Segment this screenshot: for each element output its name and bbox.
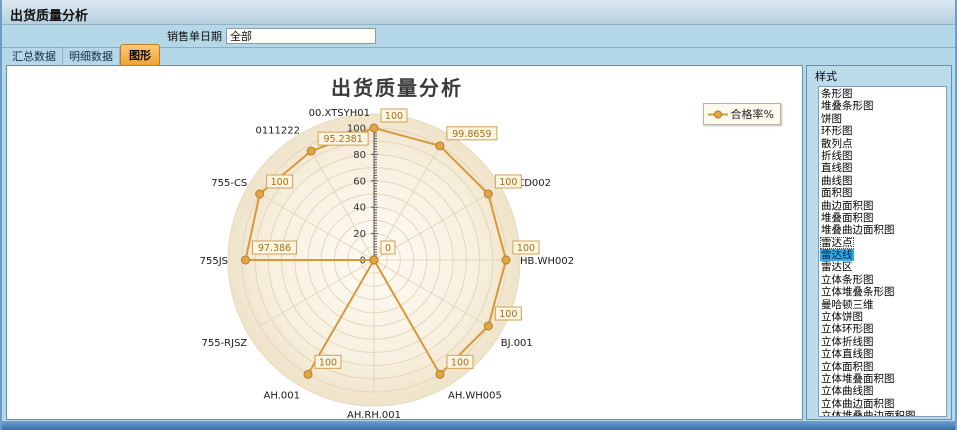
style-option[interactable]: 曲边面积图 [820, 200, 946, 212]
chart-panel: 出货质量分析 合格率% 02040608010000.XTSYH01SJ001S… [6, 65, 803, 420]
style-option[interactable]: 直线图 [820, 162, 946, 174]
svg-text:755JS: 755JS [200, 256, 228, 267]
style-option[interactable]: 雷达点 [820, 237, 946, 249]
style-option[interactable]: 雷达线 [820, 249, 946, 261]
bottom-status-bar [2, 421, 955, 430]
style-option[interactable]: 立体堆叠面积图 [820, 373, 946, 385]
style-option[interactable]: 立体曲线图 [820, 385, 946, 397]
tab-detail-data[interactable]: 明细数据 [63, 46, 120, 65]
chart-legend: 合格率% [703, 103, 781, 125]
legend-series-marker-icon [708, 110, 728, 119]
style-option[interactable]: 立体饼图 [820, 311, 946, 323]
page-title: 出货质量分析 [2, 0, 955, 25]
svg-text:AH.001: AH.001 [264, 391, 300, 402]
svg-text:100: 100 [517, 243, 535, 254]
style-option[interactable]: 折线图 [820, 150, 946, 162]
style-option[interactable]: 堆叠条形图 [820, 100, 946, 112]
style-option[interactable]: 面积图 [820, 187, 946, 199]
style-option[interactable]: 环形图 [820, 125, 946, 137]
sales-date-input[interactable] [226, 28, 376, 44]
style-option[interactable]: 立体面积图 [820, 361, 946, 373]
tab-summary-data[interactable]: 汇总数据 [6, 46, 63, 65]
svg-text:HB.WH002: HB.WH002 [520, 256, 574, 267]
style-option[interactable]: 堆叠曲边面积图 [820, 224, 946, 236]
style-option[interactable]: 曲线图 [820, 175, 946, 187]
style-option[interactable]: 立体直线图 [820, 348, 946, 360]
style-option[interactable]: 条形图 [820, 88, 946, 100]
svg-text:755-RJSZ: 755-RJSZ [201, 338, 247, 349]
svg-text:60: 60 [353, 176, 366, 187]
style-option[interactable]: 立体环形图 [820, 323, 946, 335]
main-area: 出货质量分析 合格率% 02040608010000.XTSYH01SJ001S… [2, 65, 955, 421]
tab-graph[interactable]: 图形 [120, 44, 160, 65]
style-option[interactable]: 饼图 [820, 113, 946, 125]
chart-style-listbox[interactable]: 条形图堆叠条形图饼图环形图散列点折线图直线图曲线图面积图曲边面积图堆叠面积图堆叠… [818, 86, 947, 417]
tab-bar: 汇总数据 明细数据 图形 [2, 47, 955, 65]
app-window: 出货质量分析 销售单日期 汇总数据 明细数据 图形 出货质量分析 合格率% 0 2… [0, 0, 957, 430]
svg-text:100: 100 [451, 357, 469, 368]
style-option[interactable]: 散列点 [820, 138, 946, 150]
legend-series-label: 合格率% [731, 106, 774, 122]
svg-text:20: 20 [353, 229, 366, 240]
style-panel: 样式 条形图堆叠条形图饼图环形图散列点折线图直线图曲线图面积图曲边面积图堆叠面积… [806, 65, 952, 420]
chart-title: 出货质量分析 [7, 72, 787, 101]
style-option[interactable]: 堆叠面积图 [820, 212, 946, 224]
svg-text:00.XTSYH01: 00.XTSYH01 [309, 108, 370, 119]
svg-text:97.386: 97.386 [258, 243, 291, 254]
radar-chart: 02040608010000.XTSYH01SJ001SC.CD002HB.WH… [7, 66, 802, 419]
svg-text:100: 100 [499, 177, 517, 188]
svg-text:AH.RH.001: AH.RH.001 [347, 410, 401, 419]
svg-text:80: 80 [353, 150, 366, 161]
svg-text:100: 100 [385, 111, 403, 122]
style-option[interactable]: 立体堆叠曲边面积图 [820, 410, 946, 417]
svg-text:0: 0 [385, 243, 391, 254]
style-option[interactable]: 立体折线图 [820, 336, 946, 348]
svg-text:40: 40 [353, 203, 366, 214]
style-option[interactable]: 立体条形图 [820, 274, 946, 286]
svg-text:AH.WH005: AH.WH005 [448, 391, 502, 402]
svg-text:0111222: 0111222 [255, 125, 300, 136]
svg-text:95.2381: 95.2381 [323, 134, 362, 145]
style-option[interactable]: 立体堆叠条形图 [820, 286, 946, 298]
style-option[interactable]: 雷达区 [820, 261, 946, 273]
svg-text:100: 100 [499, 309, 517, 320]
style-option[interactable]: 曼哈顿三维 [820, 299, 946, 311]
svg-text:BJ.001: BJ.001 [501, 338, 533, 349]
style-panel-title: 样式 [813, 68, 947, 86]
svg-text:755-CS: 755-CS [211, 178, 247, 189]
svg-text:99.8659: 99.8659 [452, 129, 491, 140]
style-option[interactable]: 立体曲边面积图 [820, 398, 946, 410]
svg-text:100: 100 [271, 177, 289, 188]
sales-date-label: 销售单日期 [167, 28, 222, 44]
svg-text:100: 100 [319, 357, 337, 368]
